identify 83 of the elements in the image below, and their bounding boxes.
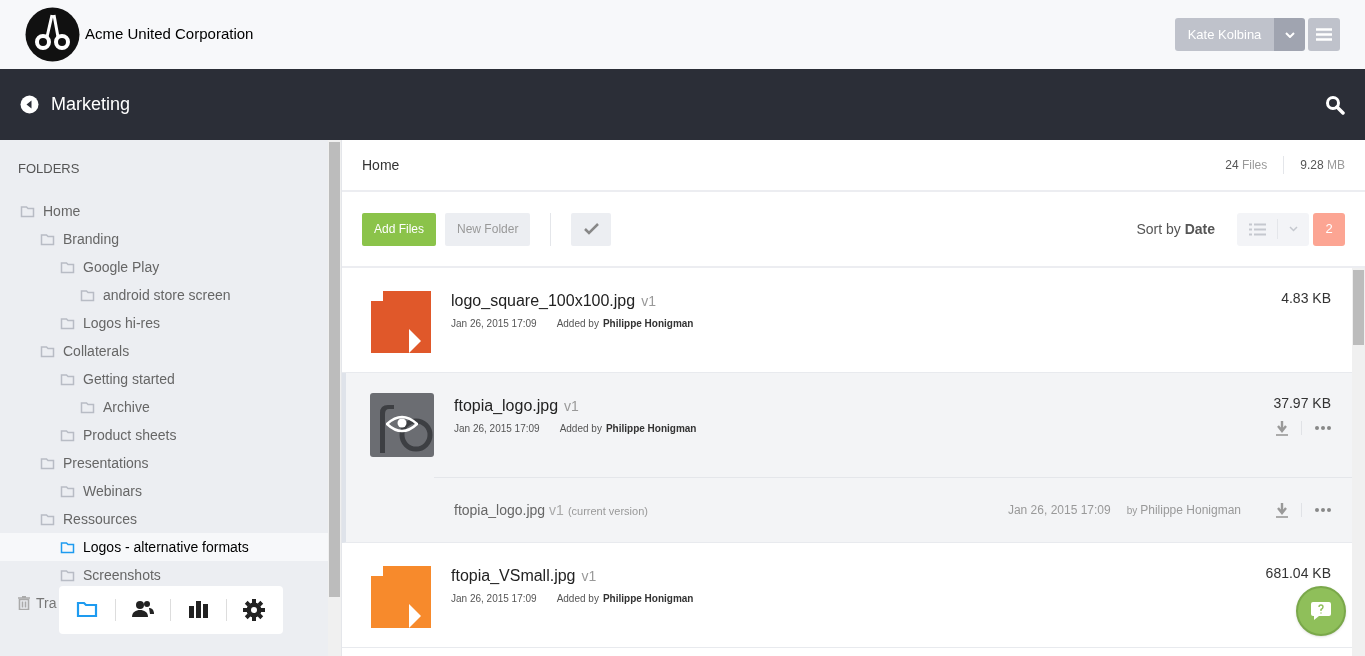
version-file-name[interactable]: ftopia_logo.jpg — [454, 499, 546, 521]
sidebar-heading: FOLDERS — [17, 160, 81, 177]
caret-icon — [1284, 31, 1295, 38]
view-toggle-button[interactable] — [1237, 212, 1309, 246]
more-icon — [1314, 426, 1331, 430]
folder-item[interactable]: Logos - alternative formats — [0, 533, 328, 561]
file-name[interactable]: ftopia_logo.jpg — [454, 394, 559, 418]
menu-button[interactable] — [1308, 18, 1340, 51]
caret-icon — [1289, 226, 1298, 232]
folder-item[interactable]: Screenshots — [0, 561, 328, 589]
version-label: v1 — [564, 397, 579, 416]
file-size: 37.97 KB — [1273, 394, 1331, 413]
folder-icon — [60, 428, 75, 442]
sort-button[interactable]: Sort by Date — [1136, 218, 1215, 240]
folder-item[interactable]: Ressources — [0, 505, 328, 533]
back-icon — [20, 95, 39, 114]
folder-item[interactable]: Presentations — [0, 449, 328, 477]
total-size: 9.28 MB — [1300, 157, 1345, 174]
added-by-label: Added by — [556, 317, 599, 331]
file-date: Jan 26, 2015 17:09 — [451, 592, 537, 606]
search-icon — [1325, 94, 1345, 115]
file-count: 24 Files — [1225, 157, 1268, 174]
select-button[interactable] — [571, 212, 612, 246]
menu-icon — [1316, 28, 1332, 41]
folder-item[interactable]: Home — [0, 197, 328, 225]
version-label: v1 — [641, 292, 656, 311]
company-name: Acme United Corporation — [85, 24, 254, 45]
folder-item[interactable]: Logos hi-res — [0, 309, 328, 337]
trash-icon — [18, 596, 30, 610]
folder-icon — [40, 232, 55, 246]
folder-icon — [40, 344, 55, 358]
author-name: Philippe Honigman — [605, 422, 697, 436]
by-label: by — [1126, 503, 1138, 518]
user-dropdown-button[interactable] — [1274, 18, 1305, 51]
folder-icon — [60, 540, 75, 554]
chat-help-icon — [1310, 601, 1332, 621]
checkmark-icon — [583, 223, 599, 235]
more-icon — [1314, 508, 1331, 512]
author-name: Philippe Honigman — [602, 592, 694, 606]
breadcrumb: Home — [362, 155, 400, 175]
folder-item[interactable]: Product sheets — [0, 421, 328, 449]
download-icon — [1276, 502, 1288, 518]
folder-icon — [60, 316, 75, 330]
download-button[interactable] — [1275, 420, 1289, 436]
file-size: 681.04 KB — [1265, 564, 1331, 583]
folder-icon — [40, 456, 55, 470]
version-label: v1 — [549, 500, 564, 520]
settings-icon — [242, 598, 267, 622]
section-title: Marketing — [51, 93, 131, 116]
added-by-label: Added by — [559, 422, 602, 436]
folder-icon — [60, 260, 75, 274]
folder-item[interactable]: Archive — [0, 393, 328, 421]
folder-item[interactable]: Getting started — [0, 365, 328, 393]
logo-icon — [25, 7, 80, 62]
folder-item[interactable]: Collaterals — [0, 337, 328, 365]
list-icon — [1248, 222, 1266, 236]
version-label: v1 — [581, 567, 597, 586]
file-size: 4.83 KB — [1281, 289, 1331, 308]
count-badge: 2 — [1313, 212, 1345, 246]
folder-icon — [40, 512, 55, 526]
added-by-label: Added by — [556, 592, 599, 606]
folder-item[interactable]: Branding — [0, 225, 328, 253]
version-author: Philippe Honigman — [1140, 502, 1241, 519]
version-note: (current version) — [567, 503, 648, 519]
folder-item[interactable]: Google Play — [0, 253, 328, 281]
folder-icon — [60, 568, 75, 582]
file-name[interactable]: logo_square_100x100.jpg — [451, 289, 636, 313]
folder-icon — [60, 372, 75, 386]
file-date: Jan 26, 2015 17:09 — [454, 422, 540, 436]
file-date: Jan 26, 2015 17:09 — [451, 317, 537, 331]
file-name[interactable]: ftopia_VSmall.jpg — [451, 564, 576, 588]
eye-icon — [386, 414, 418, 434]
trash-item[interactable]: Tra — [18, 589, 57, 617]
folder-icon — [80, 400, 95, 414]
download-icon — [1276, 420, 1288, 436]
version-date: Jan 26, 2015 17:09 — [1007, 502, 1111, 519]
author-name: Philippe Honigman — [602, 317, 694, 331]
folder-icon — [20, 204, 35, 218]
folder-item[interactable]: android store screen — [0, 281, 328, 309]
download-button[interactable] — [1275, 502, 1289, 518]
folder-icon — [60, 484, 75, 498]
folder-item[interactable]: Webinars — [0, 477, 328, 505]
folder-icon — [80, 288, 95, 302]
